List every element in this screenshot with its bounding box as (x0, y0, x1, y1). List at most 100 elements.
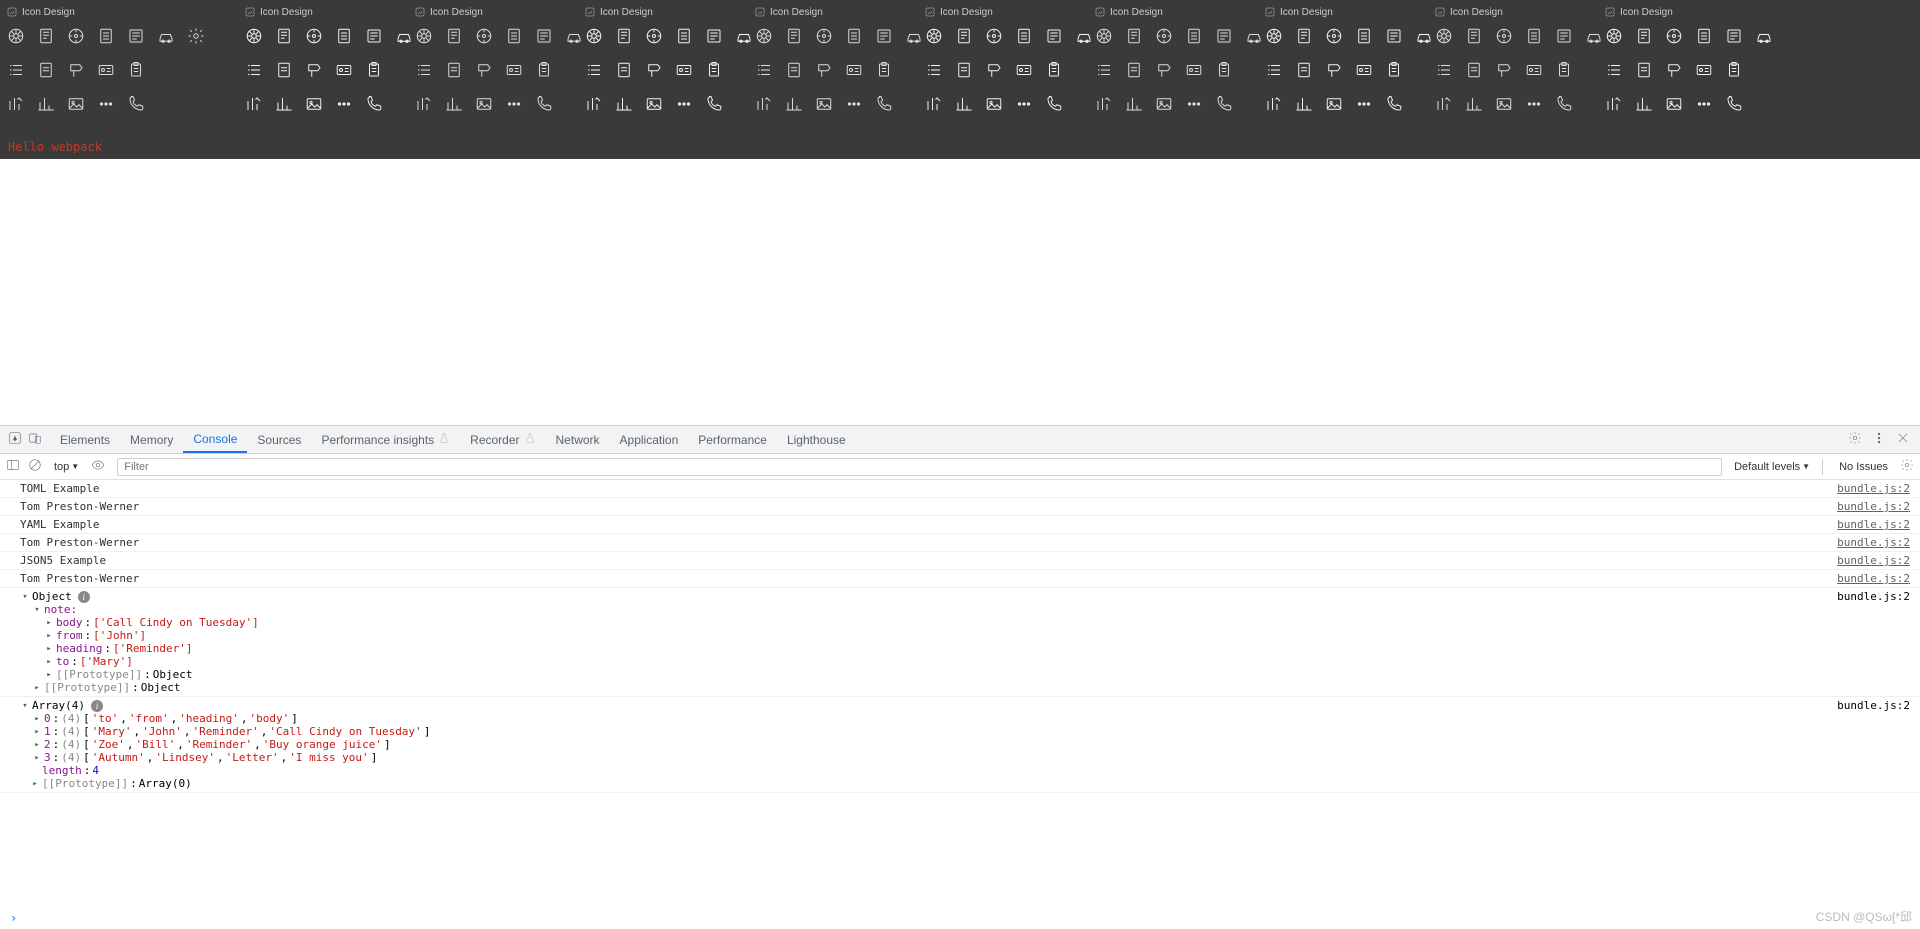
phone-icon[interactable] (1044, 94, 1064, 114)
document-icon[interactable] (614, 26, 634, 46)
expand-arrow-icon[interactable] (44, 670, 54, 680)
id-card-icon[interactable] (504, 60, 524, 80)
tab-elements[interactable]: Elements (50, 426, 120, 453)
note-icon[interactable] (1214, 26, 1234, 46)
bar-chart-icon[interactable] (1634, 94, 1654, 114)
document-icon[interactable] (1634, 26, 1654, 46)
dots-icon[interactable] (844, 94, 864, 114)
bar-chart-icon[interactable] (1294, 94, 1314, 114)
image-icon[interactable] (814, 94, 834, 114)
document-icon[interactable] (444, 26, 464, 46)
expand-arrow-icon[interactable] (30, 779, 40, 789)
chart-arrow-icon[interactable] (244, 94, 264, 114)
document-icon[interactable] (274, 26, 294, 46)
chart-arrow-icon[interactable] (1094, 94, 1114, 114)
source-link[interactable]: bundle.js:2 (1837, 536, 1910, 549)
image-icon[interactable] (644, 94, 664, 114)
dots-icon[interactable] (1184, 94, 1204, 114)
note-icon[interactable] (704, 26, 724, 46)
document-icon[interactable] (784, 26, 804, 46)
sign-icon[interactable] (474, 60, 494, 80)
list-icon[interactable] (754, 60, 774, 80)
sign-icon[interactable] (984, 60, 1004, 80)
phone-icon[interactable] (364, 94, 384, 114)
info-icon[interactable]: i (78, 591, 90, 603)
clipboard-icon[interactable] (1554, 60, 1574, 80)
image-icon[interactable] (474, 94, 494, 114)
wheel-icon[interactable] (244, 26, 264, 46)
expand-arrow-icon[interactable] (32, 727, 42, 737)
phone-icon[interactable] (874, 94, 894, 114)
wheel-alt-icon[interactable] (66, 26, 86, 46)
expand-arrow-icon[interactable] (32, 605, 42, 615)
chart-arrow-icon[interactable] (1264, 94, 1284, 114)
id-card-icon[interactable] (674, 60, 694, 80)
tab-performance[interactable]: Performance (688, 426, 777, 453)
document-lines-icon[interactable] (504, 26, 524, 46)
car-icon[interactable] (1754, 26, 1774, 46)
chart-arrow-icon[interactable] (754, 94, 774, 114)
console-settings-icon[interactable] (1900, 458, 1914, 475)
chart-arrow-icon[interactable] (1434, 94, 1454, 114)
wheel-alt-icon[interactable] (1324, 26, 1344, 46)
note-icon[interactable] (1554, 26, 1574, 46)
list-icon[interactable] (244, 60, 264, 80)
source-link[interactable]: bundle.js:2 (1837, 554, 1910, 567)
sign-icon[interactable] (644, 60, 664, 80)
context-select[interactable]: top▼ (50, 460, 83, 474)
expand-arrow-icon[interactable] (32, 714, 42, 724)
document-icon[interactable] (1464, 26, 1484, 46)
phone-icon[interactable] (1384, 94, 1404, 114)
image-icon[interactable] (1664, 94, 1684, 114)
tab-sources[interactable]: Sources (247, 426, 311, 453)
bar-chart-icon[interactable] (1464, 94, 1484, 114)
dots-icon[interactable] (674, 94, 694, 114)
source-link[interactable]: bundle.js:2 (1837, 482, 1910, 495)
clipboard-icon[interactable] (704, 60, 724, 80)
sign-icon[interactable] (304, 60, 324, 80)
clipboard-icon[interactable] (126, 60, 146, 80)
doc-lines-icon[interactable] (274, 60, 294, 80)
image-icon[interactable] (304, 94, 324, 114)
document-lines-icon[interactable] (1184, 26, 1204, 46)
clipboard-icon[interactable] (534, 60, 554, 80)
document-icon[interactable] (1294, 26, 1314, 46)
console-prompt[interactable]: › (0, 907, 1920, 929)
chart-arrow-icon[interactable] (1604, 94, 1624, 114)
device-toolbar-icon[interactable] (28, 431, 42, 448)
source-link[interactable]: bundle.js:2 (1837, 699, 1910, 712)
document-icon[interactable] (954, 26, 974, 46)
sign-icon[interactable] (66, 60, 86, 80)
id-card-icon[interactable] (844, 60, 864, 80)
expand-arrow-icon[interactable] (20, 701, 30, 711)
document-lines-icon[interactable] (1694, 26, 1714, 46)
image-icon[interactable] (1154, 94, 1174, 114)
chart-arrow-icon[interactable] (584, 94, 604, 114)
sign-icon[interactable] (1154, 60, 1174, 80)
doc-lines-icon[interactable] (444, 60, 464, 80)
expand-arrow-icon[interactable] (32, 740, 42, 750)
clipboard-icon[interactable] (874, 60, 894, 80)
source-link[interactable]: bundle.js:2 (1837, 518, 1910, 531)
sign-icon[interactable] (1324, 60, 1344, 80)
document-icon[interactable] (1124, 26, 1144, 46)
chart-arrow-icon[interactable] (924, 94, 944, 114)
list-icon[interactable] (584, 60, 604, 80)
sign-icon[interactable] (814, 60, 834, 80)
dots-icon[interactable] (1014, 94, 1034, 114)
note-icon[interactable] (874, 26, 894, 46)
bar-chart-icon[interactable] (954, 94, 974, 114)
document-lines-icon[interactable] (1014, 26, 1034, 46)
note-icon[interactable] (364, 26, 384, 46)
image-icon[interactable] (1324, 94, 1344, 114)
expand-arrow-icon[interactable] (20, 592, 30, 602)
wheel-alt-icon[interactable] (474, 26, 494, 46)
tab-network[interactable]: Network (546, 426, 610, 453)
id-card-icon[interactable] (1184, 60, 1204, 80)
source-link[interactable]: bundle.js:2 (1837, 590, 1910, 603)
id-card-icon[interactable] (334, 60, 354, 80)
dots-icon[interactable] (1354, 94, 1374, 114)
bar-chart-icon[interactable] (36, 94, 56, 114)
issues-label[interactable]: No Issues (1835, 461, 1892, 473)
wheel-icon[interactable] (1264, 26, 1284, 46)
